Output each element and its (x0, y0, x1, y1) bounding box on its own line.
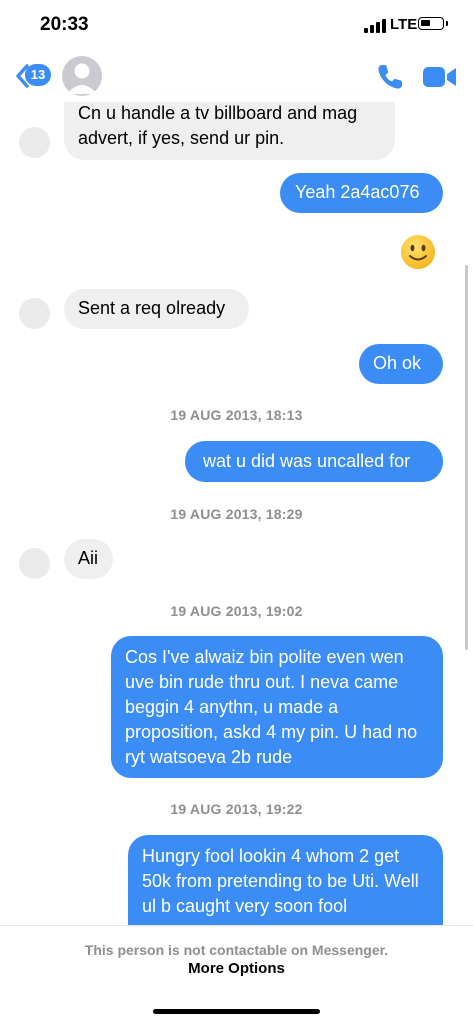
scrollbar[interactable] (465, 265, 468, 650)
signal-icon (364, 19, 386, 33)
unread-count-badge[interactable]: 13 (25, 64, 51, 86)
network-label: LTE (390, 16, 418, 33)
outgoing-message[interactable]: Cos I've alwaiz bin polite even wen uve … (111, 636, 443, 778)
timestamp: 19 AUG 2013, 18:29 (170, 506, 303, 522)
more-options-button[interactable]: More Options (0, 960, 473, 977)
incoming-message[interactable]: Sent a req olready (64, 289, 249, 329)
timestamp: 19 AUG 2013, 19:22 (170, 801, 303, 817)
conversation-header: 13 (0, 52, 473, 102)
phone-icon[interactable] (375, 62, 405, 92)
outgoing-message[interactable]: Hungry fool lookin 4 whom 2 get 50k from… (128, 835, 443, 935)
outgoing-message[interactable]: Oh ok (359, 344, 443, 384)
slightly-smiling-face-icon[interactable] (400, 234, 436, 270)
home-indicator[interactable] (153, 1009, 320, 1014)
message-thread[interactable]: Cn u handle a tv billboard and mag adver… (0, 0, 473, 935)
status-time: 20:33 (40, 14, 89, 35)
timestamp: 19 AUG 2013, 19:02 (170, 603, 303, 619)
timestamp: 19 AUG 2013, 18:13 (170, 407, 303, 423)
battery-icon (418, 17, 448, 30)
contact-avatar (19, 127, 50, 158)
not-contactable-notice: This person is not contactable on Messen… (84, 942, 389, 958)
contact-avatar (19, 298, 50, 329)
outgoing-message[interactable]: wat u did was uncalled for (185, 441, 443, 482)
contact-avatar (19, 548, 50, 579)
contact-avatar[interactable] (62, 56, 102, 96)
outgoing-message[interactable]: Yeah 2a4ac076 (280, 173, 443, 213)
default-avatar-icon (67, 63, 97, 94)
incoming-message[interactable]: Aii (64, 539, 113, 579)
status-bar: 20:33 LTE (0, 0, 473, 52)
video-camera-icon[interactable] (422, 64, 458, 90)
